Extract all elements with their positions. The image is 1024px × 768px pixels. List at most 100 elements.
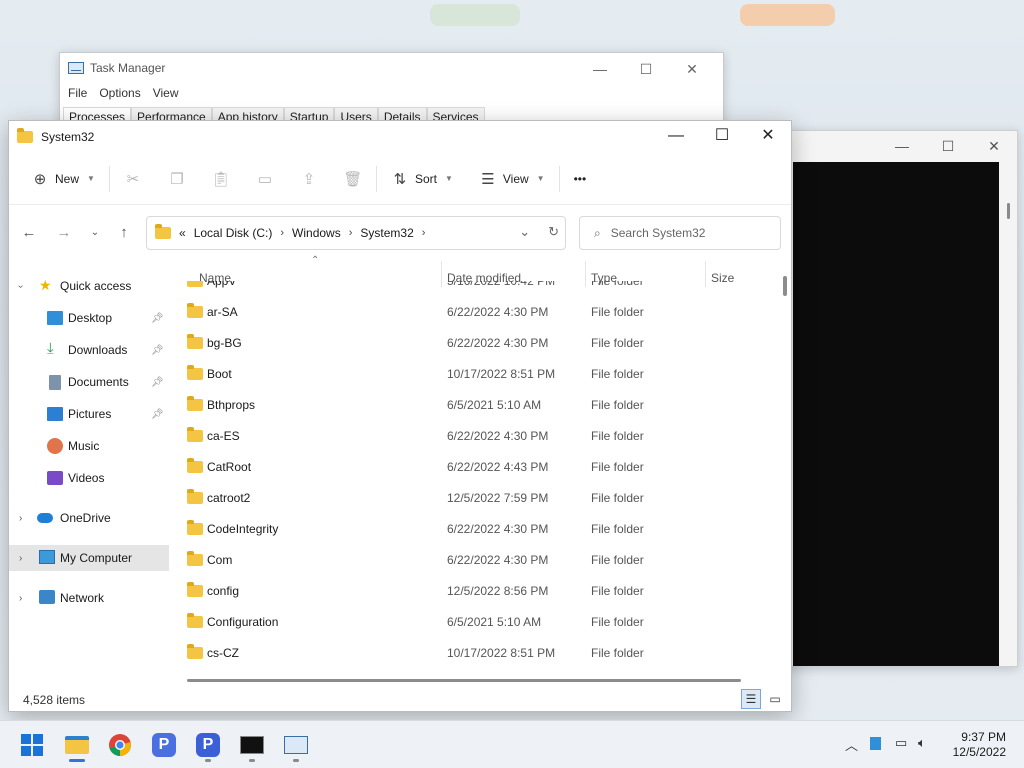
address-overflow[interactable]: « <box>179 226 186 240</box>
table-row[interactable]: config 12/5/2022 8:56 PM File folder <box>169 575 769 606</box>
table-row[interactable]: ca-ES 6/22/2022 4:30 PM File folder <box>169 420 769 451</box>
table-row[interactable]: ar-SA 6/22/2022 4:30 PM File folder <box>169 296 769 327</box>
taskbar-app-p1[interactable]: P <box>148 729 180 761</box>
table-row[interactable]: AppV 5/16/2022 10:42 PM File folder <box>169 281 769 296</box>
forward-arrow-icon[interactable]: → <box>52 221 76 245</box>
close-button[interactable]: ✕ <box>669 57 715 81</box>
table-row[interactable]: cs-CZ 10/17/2022 8:51 PM File folder <box>169 637 769 668</box>
minimize-button[interactable]: — <box>577 57 623 81</box>
table-row[interactable]: bg-BG 6/22/2022 4:30 PM File folder <box>169 327 769 358</box>
file-explorer-window[interactable]: System32 — ☐ ✕ ⊕ New ▼ ✂ ❐ 📋︎ ▭ ⇪ 🗑︎ ⇅ S… <box>8 120 792 712</box>
sidebar-item-network[interactable]: › Network <box>9 585 169 611</box>
rename-icon[interactable]: ▭ <box>256 170 274 188</box>
computer-icon <box>39 550 55 564</box>
back-arrow-icon[interactable]: ← <box>17 221 41 245</box>
chevron-right-icon[interactable]: › <box>19 553 22 564</box>
menu-options[interactable]: Options <box>99 86 140 100</box>
show-hidden-icons-chevron-icon[interactable]: ︿ <box>845 735 858 754</box>
table-row[interactable]: CatRoot 6/22/2022 4:43 PM File folder <box>169 451 769 482</box>
pin-icon[interactable]: 📌︎ <box>151 409 164 420</box>
task-manager-icon <box>68 62 84 74</box>
minimize-button[interactable]: — <box>653 121 699 151</box>
recent-locations-chevron-icon[interactable]: ⌄ <box>83 221 107 245</box>
search-input[interactable]: Search System32 <box>611 226 706 240</box>
taskbar-command-prompt[interactable] <box>236 729 268 761</box>
table-row[interactable]: Com 6/22/2022 4:30 PM File folder <box>169 544 769 575</box>
chevron-right-icon[interactable]: › <box>422 227 426 239</box>
chevron-right-icon[interactable]: › <box>349 227 353 239</box>
sidebar-item-videos[interactable]: Videos <box>9 465 169 491</box>
menu-file[interactable]: File <box>68 86 87 100</box>
breadcrumb-local-disk[interactable]: Local Disk (C:) <box>194 226 273 240</box>
minimize-button[interactable]: — <box>879 135 925 157</box>
console-area[interactable] <box>793 162 999 666</box>
table-row[interactable]: Bthprops 6/5/2021 5:10 AM File folder <box>169 389 769 420</box>
command-prompt-window[interactable]: — ☐ ✕ <box>780 130 1018 667</box>
pin-icon[interactable]: 📌︎ <box>151 345 164 356</box>
view-button[interactable]: ☰ View ▼ <box>475 163 549 195</box>
table-row[interactable]: catroot2 12/5/2022 7:59 PM File folder <box>169 482 769 513</box>
delete-icon[interactable]: 🗑︎ <box>343 170 362 188</box>
network-status-icon[interactable]: ▭ <box>895 735 907 751</box>
paste-icon[interactable]: 📋︎ <box>211 170 230 188</box>
sidebar-item-quick-access[interactable]: › ★ Quick access <box>9 273 169 299</box>
horizontal-scrollbar-thumb[interactable] <box>187 679 741 682</box>
maximize-button[interactable]: ☐ <box>623 57 669 81</box>
taskbar: P P ︿ ▭ 🔈︎ 9:37 PM 12/5/2022 <box>0 720 1024 768</box>
taskbar-task-manager[interactable] <box>280 729 312 761</box>
sidebar-item-downloads[interactable]: ⤓ Downloads 📌︎ <box>9 337 169 363</box>
close-button[interactable]: ✕ <box>971 135 1017 157</box>
sidebar-item-my-computer[interactable]: › My Computer <box>9 545 169 571</box>
sort-button[interactable]: ⇅ Sort ▼ <box>387 163 457 195</box>
refresh-icon[interactable]: ↻ <box>548 224 559 240</box>
copy-icon[interactable]: ❐ <box>168 170 186 188</box>
scrollbar-thumb[interactable] <box>1007 203 1010 219</box>
sort-ascending-icon: ⌃ <box>311 255 320 266</box>
file-name: Boot <box>207 366 232 381</box>
maximize-button[interactable]: ☐ <box>925 135 971 157</box>
chevron-right-icon[interactable]: › <box>19 513 22 524</box>
vertical-scrollbar-thumb[interactable] <box>783 276 787 296</box>
tray-app-icon[interactable] <box>870 737 881 750</box>
system-clock[interactable]: 9:37 PM 12/5/2022 <box>953 730 1006 760</box>
sidebar-item-music[interactable]: Music <box>9 433 169 459</box>
sidebar-item-pictures[interactable]: Pictures 📌︎ <box>9 401 169 427</box>
toolbar-divider <box>558 165 560 192</box>
new-button[interactable]: ⊕ New ▼ <box>27 163 99 195</box>
breadcrumb-system32[interactable]: System32 <box>360 226 413 240</box>
taskbar-app-p2[interactable]: P <box>192 729 224 761</box>
cut-icon[interactable]: ✂ <box>124 170 142 188</box>
close-button[interactable]: ✕ <box>745 121 791 151</box>
table-row[interactable]: CodeIntegrity 6/22/2022 4:30 PM File folde… <box>169 513 769 544</box>
menu-view[interactable]: View <box>153 86 179 100</box>
chevron-down-icon[interactable]: ⌄ <box>519 224 530 240</box>
up-arrow-icon[interactable]: ↑ <box>112 221 136 245</box>
file-name: ar-SA <box>207 304 238 319</box>
details-view-icon[interactable]: ☰ <box>741 689 761 709</box>
search-box[interactable]: ⌕ Search System32 <box>579 216 781 250</box>
chevron-right-icon[interactable]: › <box>19 593 22 604</box>
sidebar-item-onedrive[interactable]: › OneDrive <box>9 505 169 531</box>
maximize-button[interactable]: ☐ <box>699 121 745 151</box>
search-icon: ⌕ <box>594 225 601 240</box>
sidebar-item-documents[interactable]: Documents 📌︎ <box>9 369 169 395</box>
chevron-right-icon[interactable]: › <box>280 227 284 239</box>
taskbar-file-explorer[interactable] <box>61 729 93 761</box>
volume-icon[interactable]: 🔈︎ <box>918 735 926 751</box>
sidebar-item-desktop[interactable]: Desktop 📌︎ <box>9 305 169 331</box>
taskbar-chrome[interactable] <box>104 729 136 761</box>
share-icon[interactable]: ⇪ <box>300 170 318 188</box>
tiles-view-icon[interactable]: ▭ <box>765 689 785 709</box>
pin-icon[interactable]: 📌︎ <box>151 377 164 388</box>
address-bar[interactable]: « Local Disk (C:) › Windows › System32 ›… <box>146 216 566 250</box>
file-name: cs-CZ <box>207 645 239 660</box>
table-row[interactable]: Configuration 6/5/2021 5:10 AM File folder <box>169 606 769 637</box>
table-row[interactable]: Boot 10/17/2022 8:51 PM File folder <box>169 358 769 389</box>
start-button[interactable] <box>16 729 48 761</box>
sidebar-label: Quick access <box>60 279 132 293</box>
file-type: File folder <box>591 645 644 660</box>
more-options-button[interactable]: ••• <box>570 163 591 195</box>
pin-icon[interactable]: 📌︎ <box>151 313 164 324</box>
breadcrumb-windows[interactable]: Windows <box>292 226 341 240</box>
chevron-down-icon[interactable]: › <box>15 284 26 287</box>
